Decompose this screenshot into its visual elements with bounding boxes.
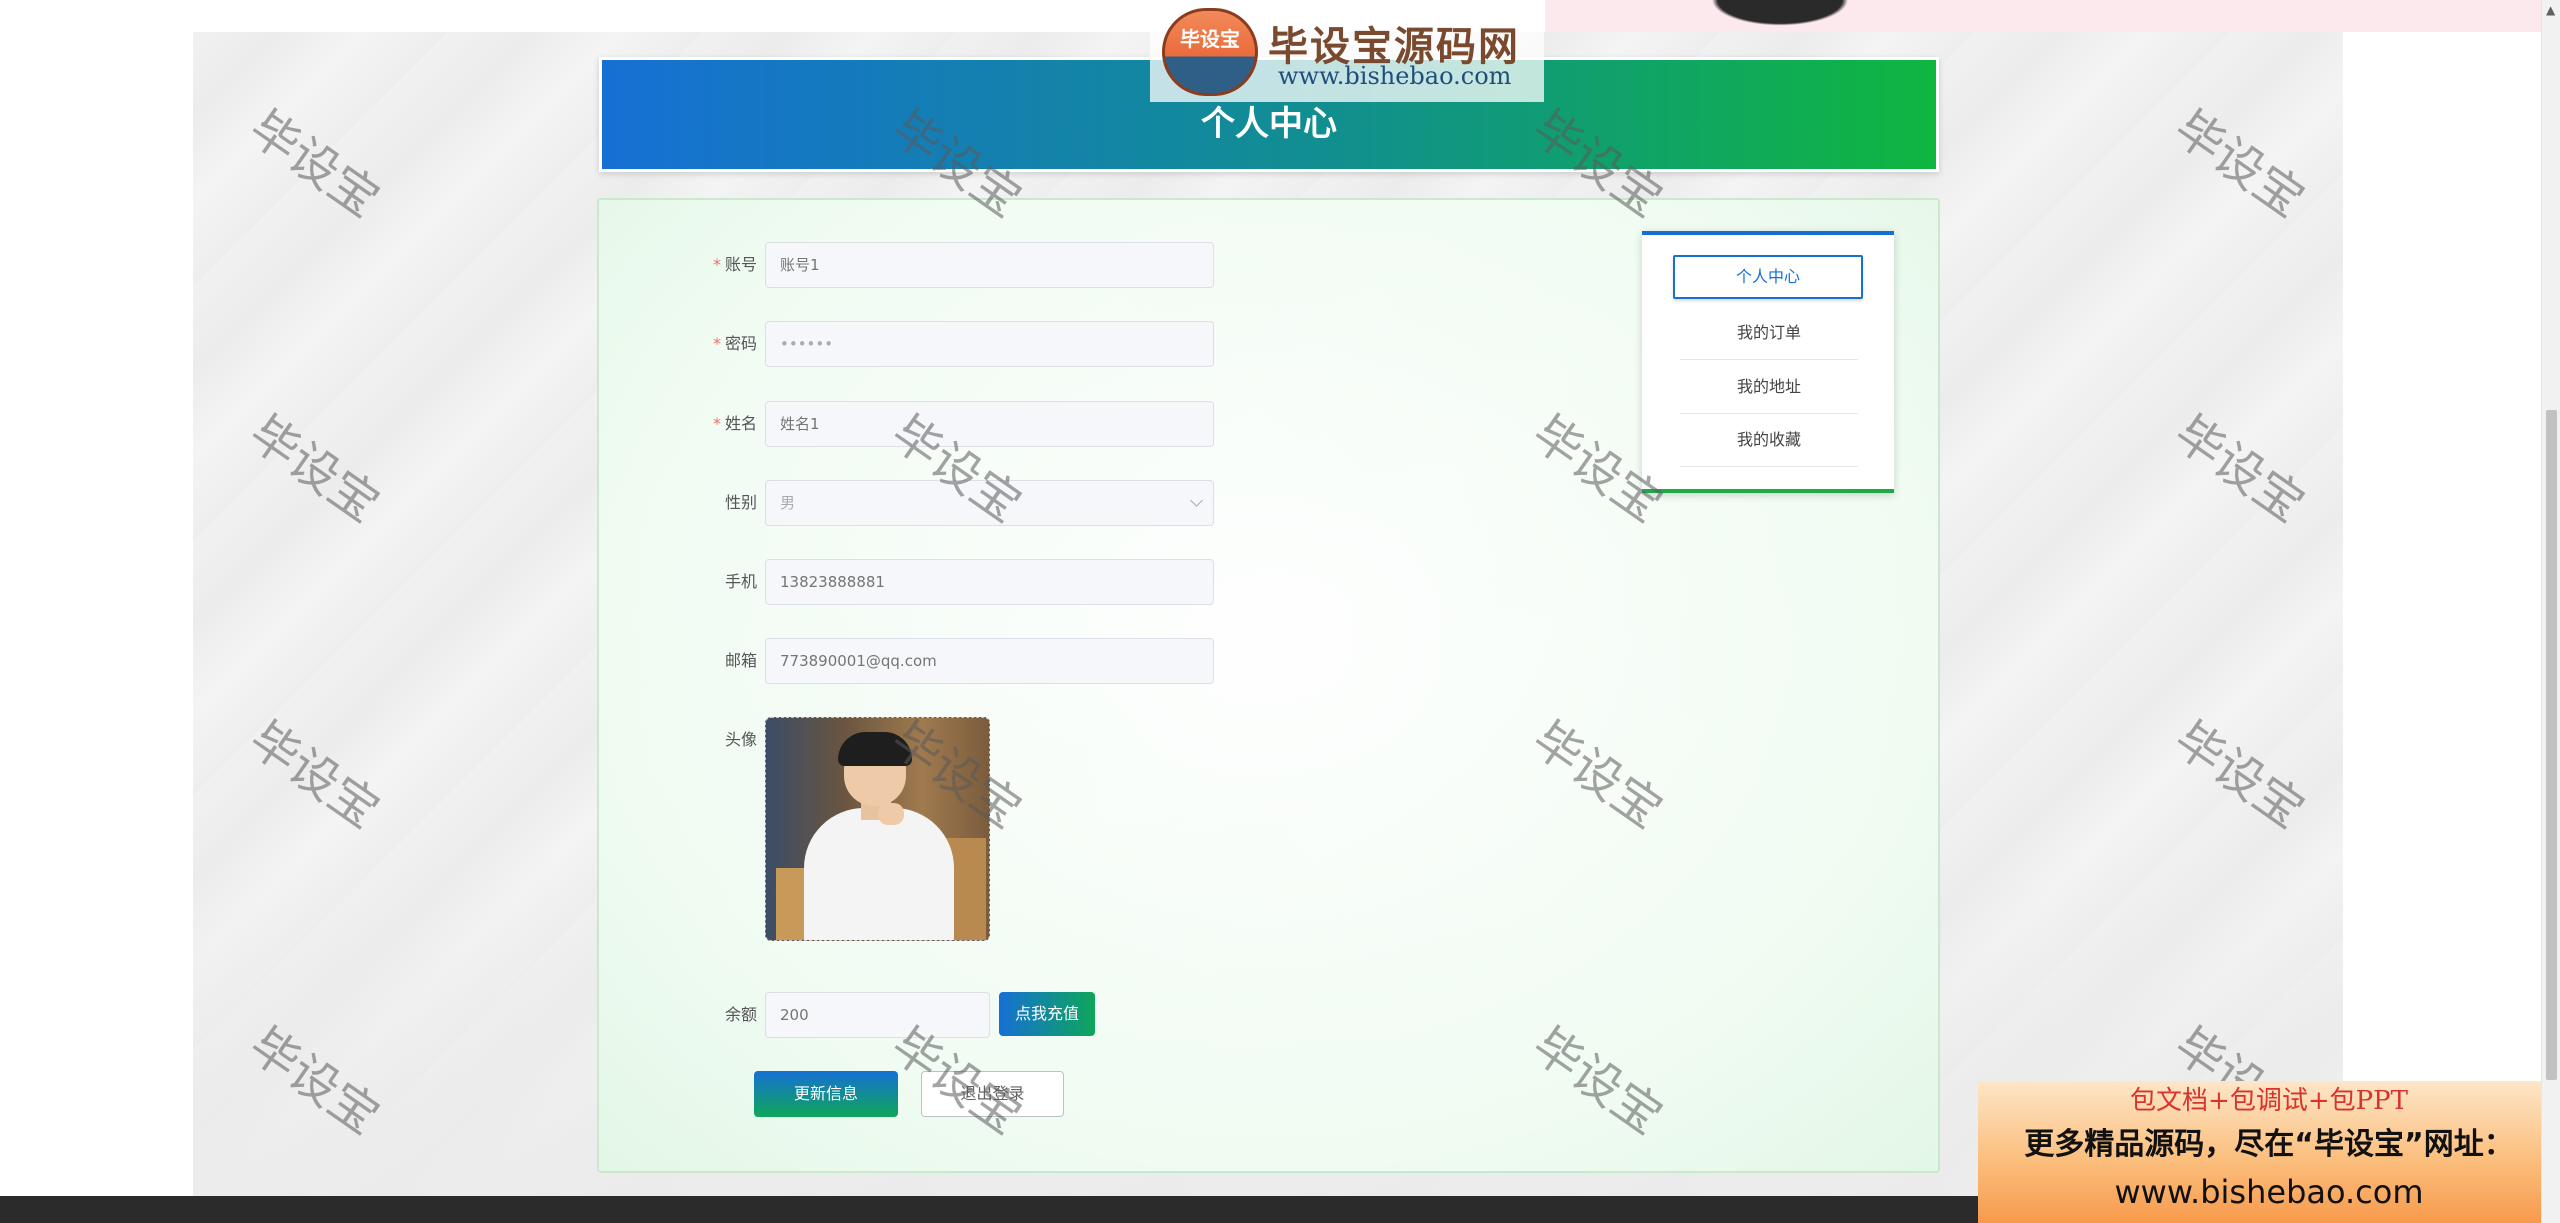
phone-label: 手机 [724,572,757,591]
name-input[interactable] [765,401,1214,447]
name-row: * 姓名 [0,401,757,447]
menu-item-profile[interactable]: 个人中心 [1673,255,1863,299]
balance-label: 余额 [724,1005,757,1024]
email-input[interactable] [765,638,1214,684]
required-mark: * [712,334,721,353]
account-input[interactable] [765,242,1214,288]
recharge-button[interactable]: 点我充值 [999,992,1095,1036]
menu-item-favorites[interactable]: 我的收藏 [1680,414,1858,467]
page-scrollbar[interactable]: ▲ [2541,0,2560,1223]
account-row: * 账号 [0,242,757,288]
email-label: 邮箱 [724,651,757,670]
email-row: 邮箱 [0,638,757,684]
avatar-upload[interactable] [765,717,990,941]
menu-item-orders[interactable]: 我的订单 [1680,307,1858,360]
gender-select[interactable]: 男 [765,480,1214,526]
account-label: * 账号 [712,255,757,274]
required-mark: * [712,255,721,274]
phone-input[interactable] [765,559,1214,605]
logo-icon-text: 毕设宝 [1180,27,1240,51]
update-info-button[interactable]: 更新信息 [754,1071,898,1117]
logo-site-url: www.bishebao.com [1278,62,1512,90]
scrollbar-thumb[interactable] [2546,410,2557,1080]
gender-row: 性别 [0,480,757,526]
password-label: * 密码 [712,334,757,353]
name-label: * 姓名 [712,414,757,433]
promo-ad[interactable]: 包文档+包调试+包PPT 更多精品源码，尽在“毕设宝”网址： www.bishe… [1978,1081,2560,1223]
menu-item-addresses[interactable]: 我的地址 [1680,361,1858,414]
scroll-up-arrow-icon[interactable]: ▲ [2546,3,2555,17]
top-banner-figure [1700,0,1860,30]
phone-row: 手机 [0,559,757,605]
avatar-row: 头像 [0,717,757,763]
gender-label: 性别 [724,493,757,512]
avatar-photo-person [838,732,912,766]
avatar-photo-person [804,808,954,940]
promo-line-2: 更多精品源码，尽在“毕设宝”网址： [2024,1127,2514,1162]
balance-input[interactable] [765,992,990,1038]
balance-row: 余额 [0,992,757,1038]
avatar-label: 头像 [724,730,757,749]
gender-selected-value: 男 [780,494,796,512]
password-input[interactable]: •••••• [765,321,1214,367]
promo-line-1: 包文档+包调试+包PPT [2130,1086,2408,1116]
page-title: 个人中心 [1201,104,1337,144]
top-banner-image [1545,0,2545,32]
required-mark: * [712,414,721,433]
promo-url: www.bishebao.com [2114,1173,2424,1211]
chevron-down-icon [1190,494,1203,507]
user-menu: 个人中心 我的订单 我的地址 我的收藏 [1642,231,1894,493]
logo-mascot-icon: 毕设宝 [1162,8,1258,96]
password-row: * 密码 [0,321,757,367]
logout-button[interactable]: 退出登录 [921,1071,1064,1117]
avatar-photo-person [878,803,904,825]
